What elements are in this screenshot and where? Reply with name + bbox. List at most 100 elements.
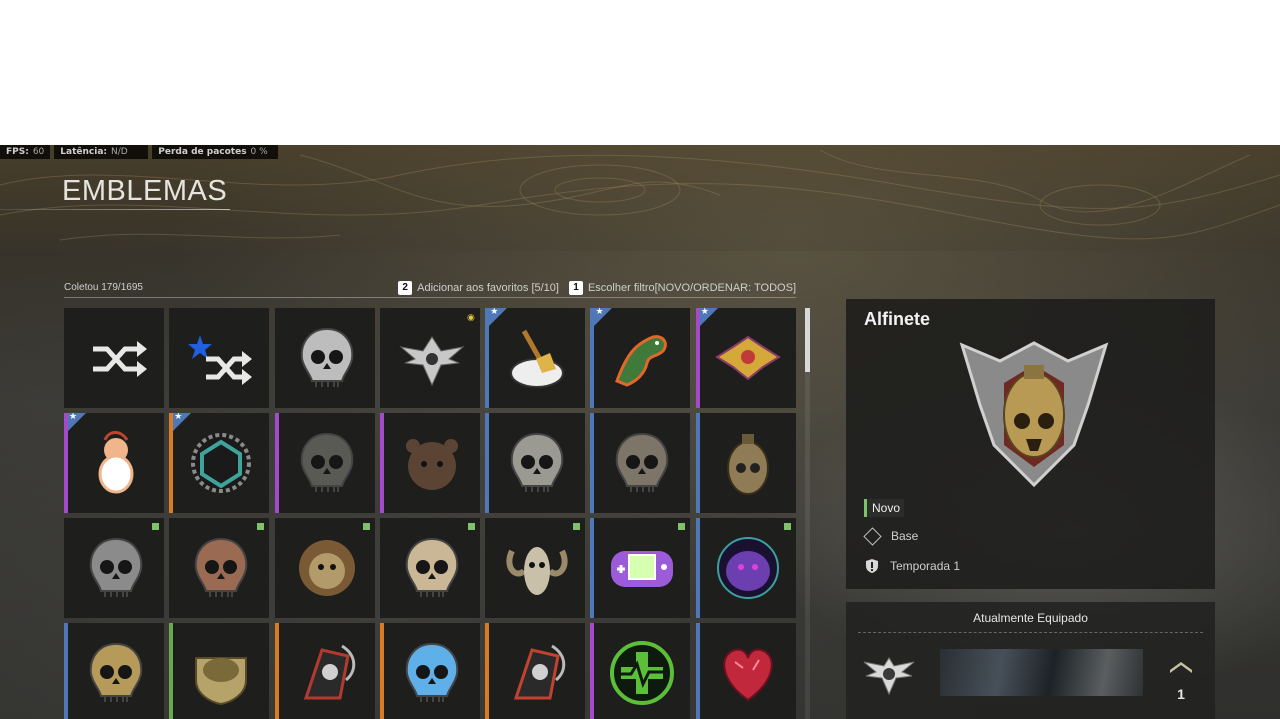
emblem-tile[interactable] xyxy=(64,518,164,618)
emblem-tile[interactable]: ★ xyxy=(695,306,796,408)
filter-label: Escolher filtro[NOVO/ORDENAR: TODOS] xyxy=(587,281,796,294)
reaper-skull-emblem-icon xyxy=(300,432,353,492)
fps-readout: FPS: 60 xyxy=(0,145,51,159)
new-indicator-icon xyxy=(152,523,159,530)
header-actions: 2 Adicionar aos favoritos [5/10] 1 Escol… xyxy=(398,280,796,295)
emblem-tile[interactable] xyxy=(695,623,796,719)
latency-label: Latência: xyxy=(60,147,107,157)
sweep-broom-emblem-icon xyxy=(510,329,565,388)
equipped-title: Atualmente Equipado xyxy=(973,611,1088,625)
source-label: Base xyxy=(891,529,919,543)
ram-skull-emblem-icon xyxy=(506,547,568,595)
emblem-tile[interactable] xyxy=(695,518,796,618)
bear-head-emblem-icon xyxy=(405,439,458,490)
hooded-skull-emblem-icon xyxy=(300,327,353,387)
new-indicator-icon xyxy=(467,523,475,530)
emblem-tile[interactable]: ◉ xyxy=(379,308,480,408)
title-underline xyxy=(0,209,230,210)
emblem-detail-panel: Alfinete Novo Base Temporada 1 xyxy=(846,299,1215,589)
new-indicator-icon xyxy=(257,523,265,530)
favorite-star-icon: ★ xyxy=(490,306,499,316)
grenade-skull-pin-emblem-icon xyxy=(959,341,1109,488)
emblem-tile[interactable] xyxy=(695,413,796,513)
grid-scrollbar[interactable] xyxy=(805,308,810,719)
performance-overlay: FPS: 60 Latência: N/D Perda de pacotes 0… xyxy=(0,145,279,159)
teal-gear-emblem-icon xyxy=(191,433,252,493)
emblem-tile[interactable] xyxy=(64,308,164,408)
emblem-tile[interactable] xyxy=(485,413,586,513)
emblem-tile[interactable] xyxy=(169,308,270,408)
laurel-skull-emblem-icon xyxy=(89,642,143,702)
emblem-tile[interactable] xyxy=(64,623,164,719)
soldier-skull-emblem-icon xyxy=(195,537,248,597)
emblem-tile[interactable] xyxy=(274,518,375,618)
favorite-star-icon: ★ xyxy=(595,306,604,316)
fire-dinosaur-emblem-icon xyxy=(615,335,668,387)
emblem-tile[interactable] xyxy=(274,413,375,513)
key-hint-1: 1 xyxy=(568,280,583,295)
emblem-tile[interactable] xyxy=(590,623,691,719)
emblem-tile[interactable] xyxy=(379,518,480,618)
rank-number: 1 xyxy=(1177,686,1185,702)
emblem-tile[interactable]: ★ xyxy=(64,411,164,513)
season-shield-icon xyxy=(866,559,878,573)
handheld-console-emblem-icon xyxy=(611,551,674,587)
emblem-tile[interactable] xyxy=(485,518,586,618)
helmet-shield-emblem-icon xyxy=(195,657,248,706)
emblem-tile[interactable]: ★ xyxy=(590,306,691,408)
emblem-tile[interactable] xyxy=(485,623,586,719)
emblem-tile[interactable] xyxy=(379,623,480,719)
favorite-star-icon: ★ xyxy=(69,411,78,421)
equipped-divider xyxy=(858,632,1203,633)
purple-beast-emblem-icon xyxy=(716,537,779,599)
new-indicator-icon xyxy=(573,523,581,530)
favorite-star-icon: ★ xyxy=(700,306,709,316)
emblem-tile[interactable]: ★ xyxy=(485,306,586,408)
shuffle-icon-icon xyxy=(93,341,147,377)
scrollbar-thumb[interactable] xyxy=(805,308,810,372)
gold-badge-icon: ◉ xyxy=(467,312,475,322)
packet-loss-readout: Perda de pacotes 0 % xyxy=(152,145,279,159)
medic-heartbeat-emblem-icon xyxy=(610,641,675,705)
diamond-icon xyxy=(863,526,882,546)
packet-loss-value: 0 % xyxy=(250,147,268,157)
reaper-scythe-emblem-icon xyxy=(303,644,355,700)
grenade-skull-emblem-icon xyxy=(726,434,769,495)
rank-chevron-icon xyxy=(1170,662,1192,673)
source-row: Base xyxy=(863,526,919,546)
emblem-tile[interactable] xyxy=(590,518,691,618)
fire-reaper-emblem-icon xyxy=(514,644,566,700)
emblem-tile[interactable] xyxy=(169,518,270,618)
filter-action[interactable]: 1 Escolher filtro[NOVO/ORDENAR: TODOS] xyxy=(568,280,796,295)
red-heart-emblem-icon xyxy=(723,648,773,702)
currently-equipped-panel: Atualmente Equipado 1 xyxy=(846,602,1215,719)
electric-skull-emblem-icon xyxy=(405,642,459,702)
winged-badge-emblem-icon xyxy=(863,657,915,696)
emblem-tile[interactable] xyxy=(274,308,375,408)
emblem-tile[interactable] xyxy=(379,413,480,513)
favorite-star-icon: ★ xyxy=(174,411,183,421)
latency-readout: Latência: N/D xyxy=(54,145,149,159)
winged-badge-emblem-icon xyxy=(399,336,465,387)
new-tag: Novo xyxy=(864,499,905,517)
add-favorite-action[interactable]: 2 Adicionar aos favoritos [5/10] xyxy=(398,280,559,295)
emblem-grid: ◉ ★ ★ ★ ★ ★ xyxy=(64,306,796,719)
page-title: EMBLEMAS xyxy=(62,175,228,207)
emblem-name: Alfinete xyxy=(864,309,931,329)
emblem-tile[interactable] xyxy=(169,623,270,719)
gold-jewel-emblem-icon xyxy=(714,335,781,381)
emblem-tile[interactable]: ★ xyxy=(169,411,270,513)
collected-count: Coletou 179/1695 xyxy=(64,282,143,293)
new-indicator-icon xyxy=(362,523,370,530)
bandana-skull-emblem-icon xyxy=(616,432,669,492)
season-label: Temporada 1 xyxy=(890,559,961,573)
emblem-tile[interactable] xyxy=(274,623,375,719)
emblem-tile[interactable] xyxy=(590,413,691,513)
fps-value: 60 xyxy=(32,147,45,157)
helmet-skull-emblem-icon xyxy=(510,432,564,492)
packet-loss-label: Perda de pacotes xyxy=(158,147,247,157)
new-indicator-icon xyxy=(678,523,686,530)
fps-label: FPS: xyxy=(6,147,29,157)
game-screen: FPS: 60 Latência: N/D Perda de pacotes 0… xyxy=(0,145,1280,719)
key-hint-2: 2 xyxy=(398,280,413,295)
